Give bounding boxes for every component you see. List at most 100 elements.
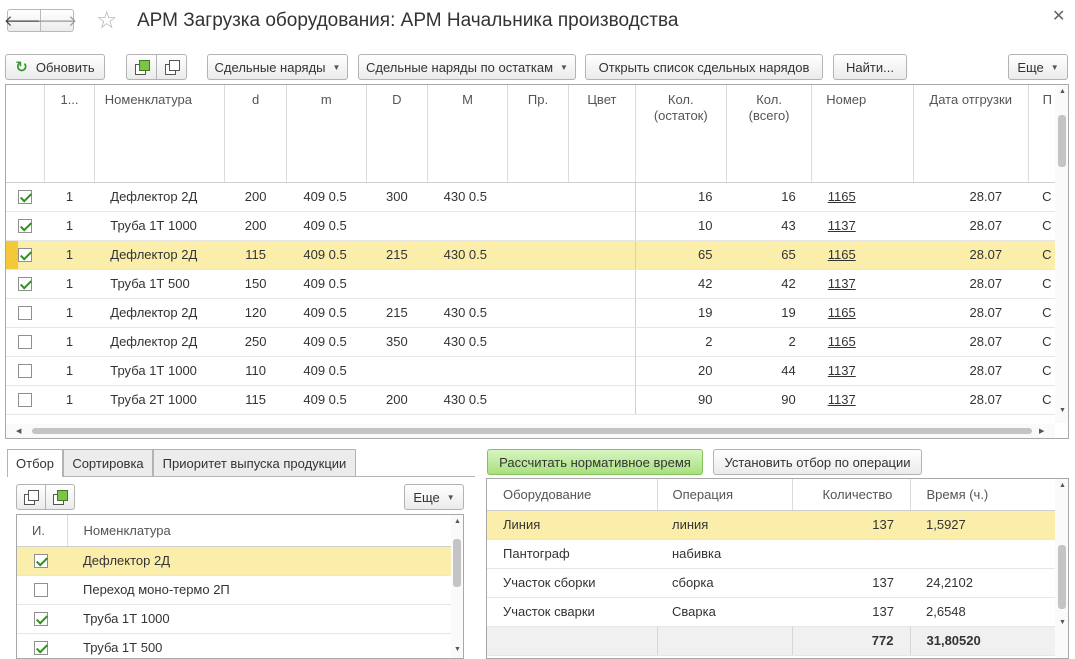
- forward-button[interactable]: 🡒: [37, 9, 77, 32]
- table-row[interactable]: 1 Дефлектор 2Д 120 409 0.5 215 430 0.5 19 19 116…: [6, 298, 1068, 328]
- scroll-left-icon[interactable]: ◀: [16, 427, 21, 435]
- row-checkbox-cell[interactable]: [6, 240, 45, 270]
- column-header-M[interactable]: M: [427, 85, 508, 183]
- row-checkbox[interactable]: [34, 641, 48, 656]
- scroll-down-icon[interactable]: ▼: [1059, 407, 1066, 414]
- column-header-equipment[interactable]: Оборудование: [487, 479, 658, 511]
- row-checkbox[interactable]: [34, 583, 48, 598]
- scroll-up-icon[interactable]: ▲: [454, 518, 461, 525]
- row-checkbox-cell[interactable]: [17, 575, 67, 605]
- check-all-button[interactable]: [126, 54, 157, 80]
- table-row[interactable]: Пантограф набивка: [487, 539, 1055, 569]
- filter-more-button[interactable]: Еще ▼: [404, 484, 464, 510]
- piece-orders-remain-dropdown[interactable]: Сдельные наряды по остаткам ▼: [358, 54, 576, 80]
- column-header-time[interactable]: Время (ч.): [910, 479, 1055, 511]
- column-header-d[interactable]: d: [224, 85, 287, 183]
- uncheck-all-filter-button[interactable]: [16, 484, 46, 510]
- piece-orders-dropdown[interactable]: Сдельные наряды ▼: [207, 54, 348, 80]
- equipment-load-table[interactable]: Оборудование Операция Количество Время (…: [486, 478, 1069, 659]
- scroll-down-icon[interactable]: ▼: [1059, 619, 1066, 626]
- column-header-number[interactable]: Номер: [811, 85, 915, 183]
- table-row[interactable]: Участок сварки Сварка 137 2,6548: [487, 597, 1055, 627]
- filter-scroll-thumb[interactable]: [453, 539, 461, 587]
- set-operation-filter-button[interactable]: Установить отбор по операции: [713, 449, 922, 475]
- column-header-include[interactable]: И.: [17, 515, 68, 547]
- row-checkbox[interactable]: [18, 393, 33, 408]
- column-header-n[interactable]: 1...: [44, 85, 95, 183]
- table-row[interactable]: 1 Труба 2Т 1000 115 409 0.5 200 430 0.5 90 90 11…: [6, 385, 1068, 415]
- list-item[interactable]: Труба 1Т 500: [17, 633, 453, 658]
- column-header-quantity[interactable]: Количество: [792, 479, 911, 511]
- refresh-button[interactable]: ↻ Обновить: [5, 54, 105, 80]
- column-header-check[interactable]: [6, 85, 46, 183]
- order-number-link[interactable]: 1165: [811, 327, 914, 357]
- scroll-up-icon[interactable]: ▲: [1059, 482, 1066, 489]
- order-number-link[interactable]: 1137: [811, 356, 914, 386]
- order-number-link[interactable]: 1137: [811, 211, 914, 241]
- calculate-norm-time-button[interactable]: Рассчитать нормативное время: [487, 449, 703, 475]
- column-header-pr[interactable]: Пр.: [507, 85, 570, 183]
- row-checkbox[interactable]: [18, 335, 33, 350]
- tab-sorting[interactable]: Сортировка: [63, 449, 153, 476]
- row-checkbox-cell[interactable]: [6, 385, 45, 415]
- list-item[interactable]: Дефлектор 2Д: [17, 546, 453, 576]
- row-checkbox[interactable]: [18, 364, 33, 379]
- nomenclature-filter-table[interactable]: И. Номенклатура Дефлектор 2Д Переход моно…: [16, 514, 464, 659]
- vertical-scroll-thumb[interactable]: [1058, 115, 1066, 167]
- row-checkbox-cell[interactable]: [17, 633, 67, 658]
- order-number-link[interactable]: 1137: [811, 269, 914, 299]
- back-button[interactable]: 🡐: [4, 9, 44, 32]
- order-number-link[interactable]: 1137: [811, 385, 914, 415]
- row-checkbox[interactable]: [18, 306, 33, 321]
- row-checkbox[interactable]: [34, 554, 48, 569]
- piece-orders-table[interactable]: 1... Номенклатура d m D M Пр. Цвет Кол. …: [5, 84, 1069, 439]
- scroll-down-icon[interactable]: ▼: [454, 646, 461, 653]
- column-header-D[interactable]: D: [366, 85, 429, 183]
- find-button[interactable]: Найти...: [833, 54, 907, 80]
- list-item[interactable]: Переход моно-термо 2П: [17, 575, 453, 605]
- row-checkbox-cell[interactable]: [6, 211, 45, 241]
- tab-filter[interactable]: Отбор: [7, 449, 63, 477]
- column-header-name[interactable]: Номенклатура: [94, 85, 226, 183]
- row-checkbox[interactable]: [18, 248, 33, 263]
- check-all-filter-button[interactable]: [45, 484, 75, 510]
- row-checkbox[interactable]: [18, 219, 33, 234]
- order-number-link[interactable]: 1165: [811, 182, 914, 212]
- column-header-m[interactable]: m: [286, 85, 367, 183]
- table-row[interactable]: 1 Дефлектор 2Д 200 409 0.5 300 430 0.5 16 16 116…: [6, 182, 1068, 212]
- equipment-vertical-scrollbar[interactable]: ▲ ▼: [1055, 479, 1068, 658]
- row-checkbox-cell[interactable]: [6, 356, 45, 386]
- uncheck-all-button[interactable]: [156, 54, 187, 80]
- scroll-up-icon[interactable]: ▲: [1059, 88, 1066, 95]
- horizontal-scrollbar[interactable]: ◀ ▶: [6, 424, 1055, 438]
- row-checkbox[interactable]: [18, 277, 33, 292]
- scroll-right-icon[interactable]: ▶: [1039, 427, 1044, 435]
- column-header-color[interactable]: Цвет: [568, 85, 636, 183]
- order-number-link[interactable]: 1165: [811, 298, 914, 328]
- row-checkbox-cell[interactable]: [6, 269, 45, 299]
- favorite-star-icon[interactable]: ☆: [96, 6, 118, 35]
- table-row[interactable]: 1 Дефлектор 2Д 115 409 0.5 215 430 0.5 65 65 116…: [6, 240, 1068, 270]
- column-header-nomenclature[interactable]: Номенклатура: [67, 515, 453, 547]
- table-row[interactable]: 1 Труба 1Т 1000 110 409 0.5 20 44 1137 28.07 С: [6, 356, 1068, 386]
- column-header-ship-date[interactable]: Дата отгрузки: [913, 85, 1029, 183]
- more-menu-button[interactable]: Еще ▼: [1008, 54, 1068, 80]
- horizontal-scroll-thumb[interactable]: [32, 428, 1032, 434]
- table-row[interactable]: 1 Труба 1Т 1000 200 409 0.5 10 43 1137 28.07 С: [6, 211, 1068, 241]
- table-row[interactable]: 1 Дефлектор 2Д 250 409 0.5 350 430 0.5 2 2 1165 2…: [6, 327, 1068, 357]
- row-checkbox[interactable]: [18, 190, 33, 205]
- order-number-link[interactable]: 1165: [811, 240, 914, 270]
- table-row[interactable]: Участок сборки сборка 137 24,2102: [487, 568, 1055, 598]
- tab-output-priority[interactable]: Приоритет выпуска продукции: [153, 449, 356, 476]
- close-icon[interactable]: ✕: [1052, 6, 1065, 26]
- row-checkbox-cell[interactable]: [17, 546, 67, 576]
- row-checkbox-cell[interactable]: [6, 327, 45, 357]
- row-checkbox-cell[interactable]: [6, 182, 45, 212]
- equipment-scroll-thumb[interactable]: [1058, 545, 1066, 609]
- row-checkbox-cell[interactable]: [6, 298, 45, 328]
- filter-vertical-scrollbar[interactable]: ▲ ▼: [451, 515, 463, 658]
- table-row[interactable]: 1 Труба 1Т 500 150 409 0.5 42 42 1137 28.07 С: [6, 269, 1068, 299]
- column-header-operation[interactable]: Операция: [657, 479, 793, 511]
- row-checkbox-cell[interactable]: [17, 604, 67, 634]
- column-header-qty-total[interactable]: Кол. (всего): [726, 85, 813, 183]
